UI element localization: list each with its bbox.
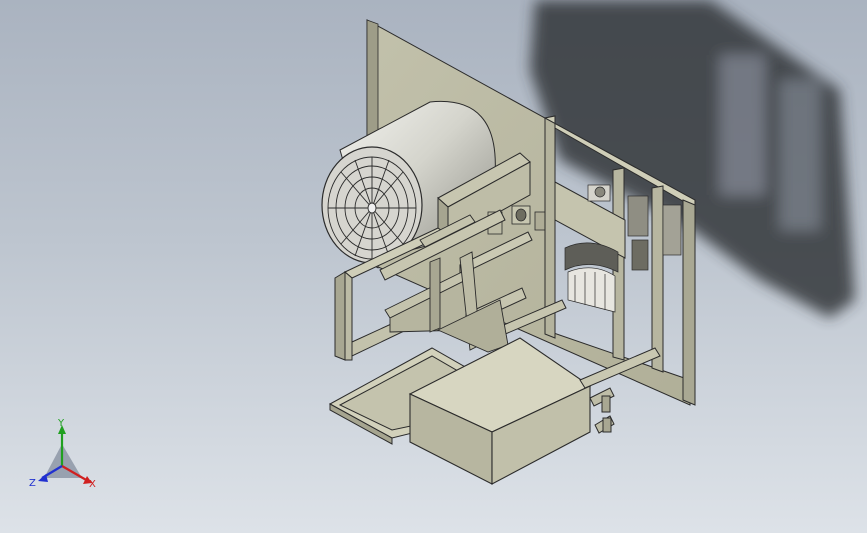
assembly-drawing: Y X Z (29, 0, 855, 490)
fan-grille[interactable] (327, 156, 417, 260)
z-axis-label: Z (29, 478, 36, 489)
coordinate-triad[interactable]: Y X Z (29, 418, 96, 490)
y-axis-label: Y (57, 418, 65, 429)
cad-3d-viewport[interactable]: Y X Z (0, 0, 867, 533)
x-axis-label: X (89, 479, 96, 490)
